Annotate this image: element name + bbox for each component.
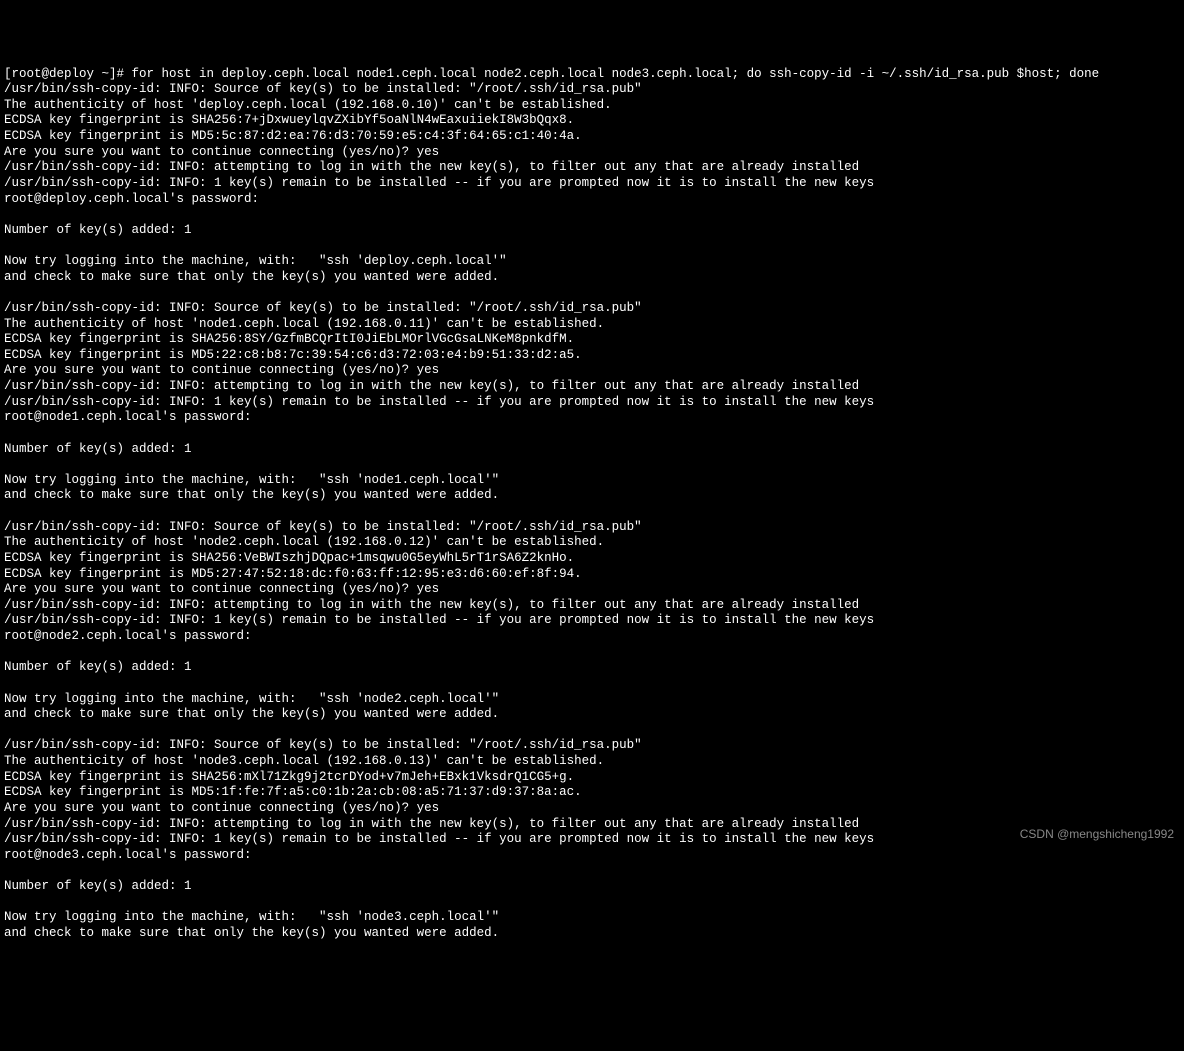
output-line: and check to make sure that only the key… xyxy=(4,270,499,284)
watermark-text: CSDN @mengshicheng1992 xyxy=(1020,827,1174,842)
output-line: /usr/bin/ssh-copy-id: INFO: Source of ke… xyxy=(4,301,642,315)
output-line: ECDSA key fingerprint is SHA256:VeBWIszh… xyxy=(4,551,574,565)
output-line: Are you sure you want to continue connec… xyxy=(4,801,439,815)
output-line: ECDSA key fingerprint is MD5:27:47:52:18… xyxy=(4,567,582,581)
output-line: root@deploy.ceph.local's password: xyxy=(4,192,259,206)
output-line: Number of key(s) added: 1 xyxy=(4,223,192,237)
output-line: The authenticity of host 'node2.ceph.loc… xyxy=(4,535,604,549)
output-line: /usr/bin/ssh-copy-id: INFO: Source of ke… xyxy=(4,738,642,752)
output-line: /usr/bin/ssh-copy-id: INFO: Source of ke… xyxy=(4,82,642,96)
output-line: Number of key(s) added: 1 xyxy=(4,660,192,674)
output-line: /usr/bin/ssh-copy-id: INFO: Source of ke… xyxy=(4,520,642,534)
output-line: /usr/bin/ssh-copy-id: INFO: 1 key(s) rem… xyxy=(4,395,874,409)
output-line: Now try logging into the machine, with: … xyxy=(4,473,499,487)
output-line: Now try logging into the machine, with: … xyxy=(4,254,507,268)
output-line: Are you sure you want to continue connec… xyxy=(4,145,439,159)
output-line: Number of key(s) added: 1 xyxy=(4,442,192,456)
output-line: The authenticity of host 'deploy.ceph.lo… xyxy=(4,98,612,112)
terminal-output[interactable]: [root@deploy ~]# for host in deploy.ceph… xyxy=(4,67,1180,942)
output-line: ECDSA key fingerprint is MD5:1f:fe:7f:a5… xyxy=(4,785,582,799)
output-line: root@node2.ceph.local's password: xyxy=(4,629,252,643)
output-line: /usr/bin/ssh-copy-id: INFO: attempting t… xyxy=(4,817,859,831)
output-line: ECDSA key fingerprint is MD5:5c:87:d2:ea… xyxy=(4,129,582,143)
output-line: /usr/bin/ssh-copy-id: INFO: attempting t… xyxy=(4,160,859,174)
output-line: ECDSA key fingerprint is SHA256:mXl71Zkg… xyxy=(4,770,574,784)
output-line: Number of key(s) added: 1 xyxy=(4,879,192,893)
output-line: /usr/bin/ssh-copy-id: INFO: attempting t… xyxy=(4,379,859,393)
output-line: The authenticity of host 'node3.ceph.loc… xyxy=(4,754,604,768)
output-line: Now try logging into the machine, with: … xyxy=(4,910,499,924)
output-line: ECDSA key fingerprint is SHA256:8SY/Gzfm… xyxy=(4,332,574,346)
output-line: Are you sure you want to continue connec… xyxy=(4,363,439,377)
output-line: and check to make sure that only the key… xyxy=(4,488,499,502)
output-line: root@node3.ceph.local's password: xyxy=(4,848,252,862)
output-line: root@node1.ceph.local's password: xyxy=(4,410,252,424)
output-line: /usr/bin/ssh-copy-id: INFO: 1 key(s) rem… xyxy=(4,613,874,627)
output-line: /usr/bin/ssh-copy-id: INFO: attempting t… xyxy=(4,598,859,612)
command-prompt-line: [root@deploy ~]# for host in deploy.ceph… xyxy=(4,67,1099,81)
output-line: The authenticity of host 'node1.ceph.loc… xyxy=(4,317,604,331)
output-line: ECDSA key fingerprint is MD5:22:c8:b8:7c… xyxy=(4,348,582,362)
output-line: Are you sure you want to continue connec… xyxy=(4,582,439,596)
output-line: ECDSA key fingerprint is SHA256:7+jDxwue… xyxy=(4,113,574,127)
output-line: and check to make sure that only the key… xyxy=(4,707,499,721)
output-line: /usr/bin/ssh-copy-id: INFO: 1 key(s) rem… xyxy=(4,176,874,190)
output-line: and check to make sure that only the key… xyxy=(4,926,499,940)
output-line: Now try logging into the machine, with: … xyxy=(4,692,499,706)
output-line: /usr/bin/ssh-copy-id: INFO: 1 key(s) rem… xyxy=(4,832,874,846)
